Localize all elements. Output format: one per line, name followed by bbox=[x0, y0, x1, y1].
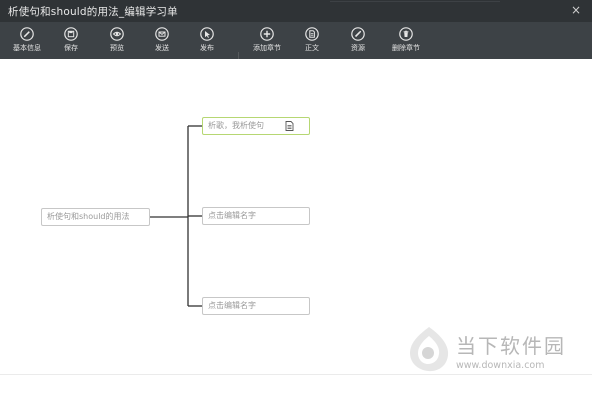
watermark-url: www.downxia.com bbox=[456, 360, 545, 371]
child-node-2[interactable]: 点击编辑名字 bbox=[202, 207, 310, 225]
watermark: 当下软件园 www.downxia.com bbox=[404, 322, 584, 382]
watermark-brand: 当下软件园 bbox=[456, 334, 566, 358]
child-node-label: 析歌，我析使句 bbox=[208, 121, 264, 130]
child-node-label: 点击编辑名字 bbox=[208, 301, 256, 310]
watermark-logo-icon bbox=[410, 327, 449, 372]
root-node-label: 析使句和should的用法 bbox=[47, 212, 130, 221]
document-icon[interactable] bbox=[285, 121, 294, 131]
root-node[interactable]: 析使句和should的用法 bbox=[41, 208, 150, 226]
child-node-label: 点击编辑名字 bbox=[208, 211, 256, 220]
child-node-3[interactable]: 点击编辑名字 bbox=[202, 297, 310, 315]
child-node-1[interactable]: 析歌，我析使句 bbox=[202, 117, 310, 135]
